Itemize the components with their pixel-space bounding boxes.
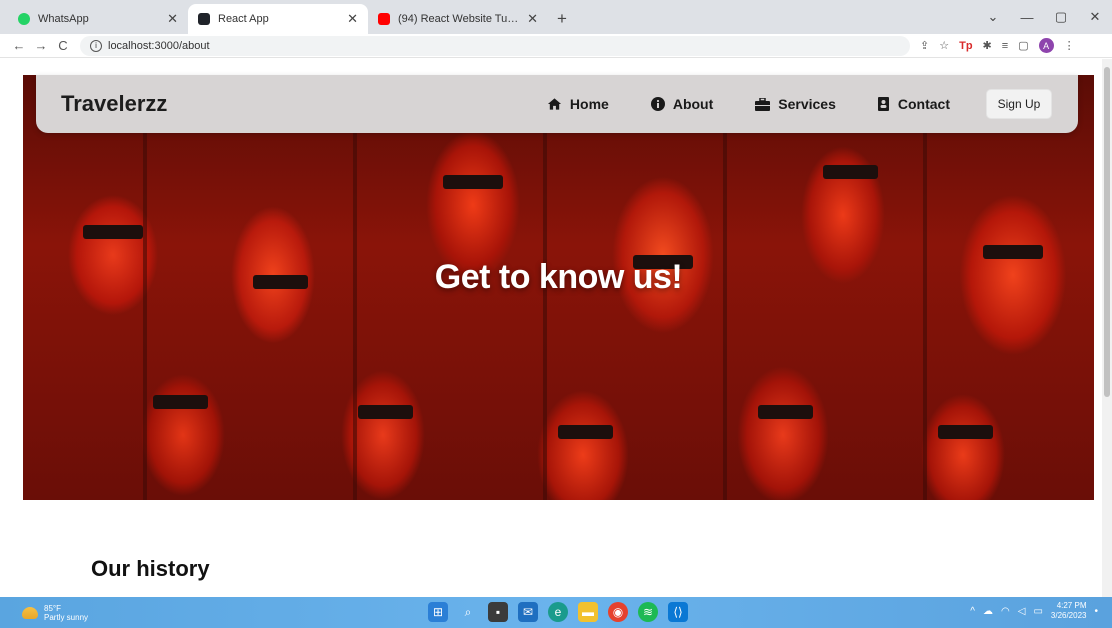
- page-viewport: Get to know us! Travelerzz Home About Se…: [0, 59, 1112, 597]
- battery-icon[interactable]: ▭: [1033, 606, 1042, 617]
- site-navbar: Travelerzz Home About Services Contact S…: [36, 75, 1078, 133]
- vscode-icon[interactable]: ⟨⟩: [668, 602, 688, 622]
- close-tab-icon[interactable]: ✕: [167, 11, 178, 27]
- volume-icon[interactable]: ◁: [1018, 606, 1026, 617]
- search-icon[interactable]: ⌕: [458, 602, 478, 622]
- youtube-icon: [378, 13, 390, 25]
- system-tray: ^ ☁ ◠ ◁ ▭ 4:27 PM 3/26/2023 •: [970, 601, 1098, 621]
- reading-list-icon[interactable]: ≡: [1002, 40, 1008, 52]
- briefcase-icon: [755, 97, 771, 111]
- site-info-icon[interactable]: i: [90, 39, 102, 52]
- tab-title: (94) React Website Tutorial - Beg: [398, 13, 521, 25]
- sign-up-button[interactable]: Sign Up: [986, 89, 1052, 119]
- windows-start-icon[interactable]: ⊞: [428, 602, 448, 622]
- task-view-icon[interactable]: ▪: [488, 602, 508, 622]
- whatsapp-icon: [18, 13, 30, 25]
- address-book-icon: [877, 97, 889, 111]
- os-taskbar: 85°F Partly sunny ⊞ ⌕ ▪ ✉ e ▬ ◉ ≋ ⟨⟩ ^ ☁…: [0, 597, 1112, 628]
- nav-item-label: Home: [569, 96, 609, 112]
- back-icon[interactable]: ←: [8, 38, 30, 53]
- puzzle-icon[interactable]: ✱: [983, 39, 992, 52]
- close-window-button[interactable]: ✕: [1078, 9, 1112, 25]
- nav-item-label: Contact: [897, 96, 950, 112]
- url-text: localhost:3000/about: [108, 39, 210, 52]
- mail-icon[interactable]: ✉: [518, 602, 538, 622]
- weather-desc: Partly sunny: [44, 612, 89, 622]
- section-title: Our history: [91, 556, 210, 581]
- forward-icon[interactable]: →: [30, 38, 52, 53]
- wifi-icon[interactable]: ◠: [1001, 606, 1010, 617]
- close-tab-icon[interactable]: ✕: [527, 11, 538, 27]
- extensions-area: ⇪ ☆ Tp ✱ ≡ ▢ A ⋮: [920, 38, 1075, 53]
- profile-avatar[interactable]: A: [1038, 38, 1054, 53]
- close-tab-icon[interactable]: ✕: [347, 11, 358, 27]
- menu-dots-icon[interactable]: ⋮: [1064, 39, 1075, 52]
- tab-title: React App: [218, 13, 269, 25]
- nav-item-services[interactable]: Services: [755, 96, 836, 112]
- maximize-button[interactable]: ▢: [1044, 9, 1078, 25]
- nav-item-home[interactable]: Home: [547, 96, 609, 112]
- side-panel-icon[interactable]: ▢: [1018, 39, 1028, 52]
- react-icon: [198, 13, 210, 25]
- browser-tab-strip: WhatsApp ✕ React App ✕ (94) React Websit…: [0, 0, 1112, 34]
- partly-sunny-icon: [22, 606, 38, 619]
- window-controls: ⌄ — ▢ ✕: [976, 0, 1112, 34]
- nav-item-label: Services: [778, 96, 836, 112]
- clock-date: 3/26/2023: [1050, 611, 1087, 620]
- edge-icon[interactable]: e: [548, 602, 568, 622]
- new-tab-button[interactable]: +: [548, 4, 576, 34]
- hero-title: Get to know us!: [434, 258, 683, 296]
- nav-item-about[interactable]: About: [650, 96, 714, 112]
- share-icon[interactable]: ⇪: [920, 39, 929, 52]
- weather-temp: 85°F: [44, 603, 61, 613]
- bookmark-star-icon[interactable]: ☆: [939, 39, 949, 52]
- taskbar-apps: ⊞ ⌕ ▪ ✉ e ▬ ◉ ≋ ⟨⟩: [428, 602, 688, 622]
- show-hidden-icons[interactable]: ^: [970, 606, 975, 617]
- nav-item-contact[interactable]: Contact: [877, 96, 950, 112]
- tab-search-button[interactable]: ⌄: [976, 9, 1010, 25]
- nav-item-label: About: [672, 96, 714, 112]
- tab-title: WhatsApp: [38, 13, 89, 25]
- home-icon: [547, 98, 561, 110]
- weather-widget[interactable]: 85°F Partly sunny: [22, 604, 88, 622]
- tab-react-app[interactable]: React App ✕: [188, 4, 368, 34]
- address-bar-row: ← → C i localhost:3000/about ⇪ ☆ Tp ✱ ≡ …: [0, 34, 1112, 58]
- file-explorer-icon[interactable]: ▬: [578, 602, 598, 622]
- spotify-icon[interactable]: ≋: [638, 602, 658, 622]
- extension-icon[interactable]: Tp: [959, 40, 972, 52]
- brand-logo[interactable]: Travelerzz: [61, 91, 167, 117]
- notification-icon[interactable]: •: [1094, 606, 1098, 617]
- tab-youtube[interactable]: (94) React Website Tutorial - Beg ✕: [368, 4, 548, 34]
- minimize-button[interactable]: —: [1010, 10, 1044, 25]
- nav-menu: Home About Services Contact Sign Up: [505, 89, 1078, 119]
- tab-whatsapp[interactable]: WhatsApp ✕: [8, 4, 188, 34]
- clock-time: 4:27 PM: [1056, 601, 1087, 610]
- page-scrollbar[interactable]: [1102, 59, 1112, 597]
- info-icon: [650, 97, 665, 111]
- onedrive-icon[interactable]: ☁: [983, 606, 993, 617]
- hero-banner: Get to know us!: [23, 75, 1094, 500]
- url-field[interactable]: i localhost:3000/about: [80, 35, 910, 56]
- chrome-icon[interactable]: ◉: [608, 602, 628, 622]
- reload-icon[interactable]: C: [52, 38, 74, 53]
- clock[interactable]: 4:27 PM 3/26/2023: [1051, 601, 1087, 621]
